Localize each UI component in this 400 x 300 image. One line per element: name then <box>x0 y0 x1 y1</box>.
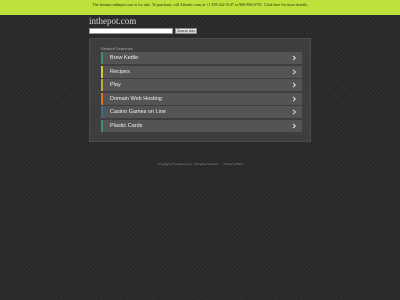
color-bar <box>101 79 103 92</box>
domain-sale-link[interactable]: The domain inthepot.com is for sale. To … <box>92 2 308 7</box>
color-bar <box>101 106 103 119</box>
chevron-right-icon <box>292 82 297 88</box>
color-bar <box>101 119 103 132</box>
related-link-label: Domain Web Hosting <box>110 95 162 102</box>
site-name: inthepot.com <box>89 16 137 26</box>
related-link-label: Recipes <box>110 68 130 75</box>
related-link-recipes[interactable]: Recipes <box>101 65 302 78</box>
related-link-casino-games[interactable]: Casino Games on Line <box>101 106 302 119</box>
related-link-label: Plastic Cards <box>110 122 143 129</box>
footer-separator: | <box>221 162 223 166</box>
copyright-text: Copyright © inthepot.com . All rights re… <box>157 162 219 166</box>
chevron-right-icon <box>292 55 297 61</box>
related-link-label: Brew Kettle <box>110 55 139 61</box>
related-link-brew-kettle[interactable]: Brew Kettle <box>101 52 302 64</box>
related-searches-panel: Related Searches Brew Kettle Recipes Pla… <box>89 38 311 142</box>
privacy-policy-link[interactable]: Privacy Policy <box>224 162 243 166</box>
color-bar <box>101 65 103 78</box>
chevron-right-icon <box>292 109 297 115</box>
related-searches-title: Related Searches <box>101 46 133 51</box>
chevron-right-icon <box>292 96 297 102</box>
color-bar <box>101 92 103 105</box>
related-link-label: Casino Games on Line <box>110 109 166 116</box>
related-link-play[interactable]: Play <box>101 79 302 92</box>
chevron-right-icon <box>292 123 297 129</box>
domain-sale-banner[interactable]: The domain inthepot.com is for sale. To … <box>0 0 400 15</box>
related-link-plastic-cards[interactable]: Plastic Cards <box>101 119 302 132</box>
related-link-label: Play <box>110 82 121 89</box>
search-bar: Search Ads <box>89 28 197 34</box>
chevron-right-icon <box>292 69 297 75</box>
search-input[interactable] <box>89 28 173 34</box>
search-ads-button[interactable]: Search Ads <box>175 28 197 34</box>
related-searches-list: Brew Kettle Recipes Play Domain Web Host… <box>101 52 302 134</box>
color-bar <box>101 52 103 64</box>
related-link-domain-web-hosting[interactable]: Domain Web Hosting <box>101 92 302 105</box>
footer: Copyright © inthepot.com . All rights re… <box>0 162 400 166</box>
